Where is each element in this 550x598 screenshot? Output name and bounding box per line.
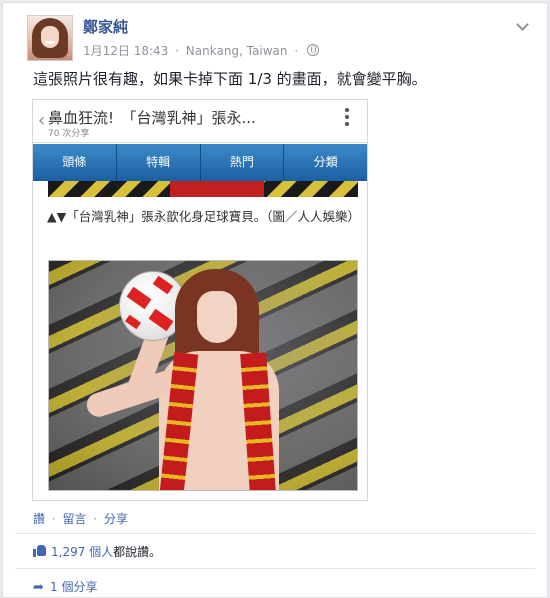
chevron-down-icon[interactable]	[516, 18, 529, 31]
thumbs-up-icon	[33, 545, 47, 557]
likes-count[interactable]: 1,297 個人	[51, 545, 113, 559]
embed-header: ‹ 鼻血狂流! 「台灣乳神」張永... 70 次分享	[33, 100, 367, 143]
embed-photo	[48, 260, 358, 491]
avatar-face	[41, 26, 59, 48]
embedded-screenshot[interactable]: ‹ 鼻血狂流! 「台灣乳神」張永... 70 次分享 頭條 特輯 熱門 分類 ▲…	[32, 99, 368, 501]
post-actions: 讚 · 留言 · 分享	[33, 510, 128, 527]
post-card: 鄭家純 1月12日 18:43 · Nankang, Taiwan · 這張照片…	[2, 2, 548, 598]
more-vertical-icon	[345, 108, 349, 129]
post-text: 這張照片很有趣，如果卡掉下面 1/3 的畫面，就會變平胸。	[33, 70, 427, 88]
embed-nav-item: 特輯	[117, 144, 201, 181]
likes-suffix: 都說讚。	[113, 545, 162, 559]
share-arrow-icon: ➦	[33, 580, 44, 595]
comment-link[interactable]: 留言	[63, 512, 87, 526]
embed-share-count: 70 次分享	[48, 129, 90, 139]
meta-separator: ·	[175, 44, 179, 58]
meta-separator: ·	[294, 44, 299, 58]
globe-icon[interactable]	[306, 44, 319, 56]
like-link[interactable]: 讚	[33, 512, 45, 526]
share-link[interactable]: 分享	[104, 512, 128, 526]
embed-back-icon: ‹	[38, 110, 46, 131]
profile-avatar[interactable]	[27, 15, 73, 61]
avatar-smile	[45, 41, 55, 44]
post-location[interactable]: Nankang, Taiwan	[186, 44, 288, 58]
divider	[15, 568, 535, 569]
embed-nav-item: 頭條	[33, 144, 117, 181]
post-meta: 1月12日 18:43 · Nankang, Taiwan ·	[83, 42, 319, 59]
action-separator: ·	[93, 512, 98, 526]
embed-image-strip	[48, 181, 358, 197]
embed-caption: ▲▼「台灣乳神」張永歆化身足球寶貝。（圖／人人娛樂）	[47, 209, 360, 224]
action-separator: ·	[51, 512, 56, 526]
likes-summary: 1,297 個人都說讚。	[33, 543, 161, 560]
embed-nav: 頭條 特輯 熱門 分類	[33, 144, 367, 181]
embed-nav-item: 熱門	[201, 144, 285, 181]
embed-title: 鼻血狂流! 「台灣乳神」張永...	[48, 109, 256, 127]
divider	[15, 533, 535, 534]
author-name[interactable]: 鄭家純	[83, 16, 128, 37]
shares-summary[interactable]: ➦ 1 個分享	[33, 578, 97, 595]
shares-count[interactable]: 1 個分享	[50, 580, 97, 594]
embed-nav-item: 分類	[313, 155, 338, 169]
post-date[interactable]: 1月12日 18:43	[83, 44, 168, 58]
